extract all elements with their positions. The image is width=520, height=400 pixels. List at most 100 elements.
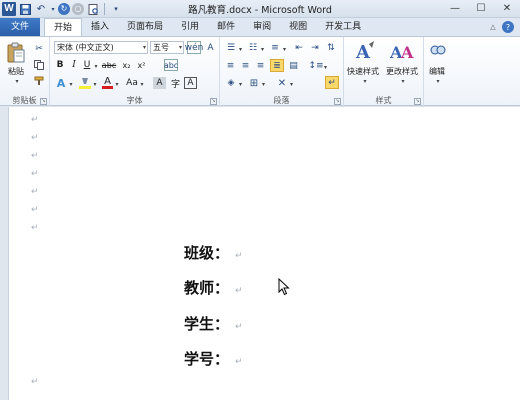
cut-icon[interactable]: ✂ — [33, 43, 45, 55]
subscript-icon[interactable]: x₂ — [120, 59, 133, 71]
text-effects-dropdown-icon[interactable]: ▾ — [68, 79, 74, 89]
tab-page-layout[interactable]: 页面布局 — [118, 18, 172, 36]
chinese-layout-icon[interactable]: ✕ — [275, 77, 289, 89]
paragraph-mark: ↵ — [31, 133, 39, 143]
bold-icon[interactable]: B — [54, 59, 66, 71]
numbering-icon[interactable]: ☷ — [246, 42, 260, 54]
window-controls: — ☐ ✕ — [442, 0, 520, 17]
document-page[interactable]: ↵ ↵ ↵ ↵ ↵ ↵ ↵ 班级： ↵ 教师： ↵ 学生： ↵ 学号： ↵ ↵ — [8, 107, 520, 400]
change-styles-dropdown-icon[interactable]: ▾ — [399, 77, 407, 85]
underline-icon[interactable]: U — [81, 59, 93, 71]
line-spacing-dropdown-icon[interactable]: ▾ — [323, 62, 328, 72]
borders-icon[interactable]: ⊞ — [247, 77, 261, 89]
word-app-icon[interactable]: W — [2, 2, 16, 16]
print-preview-icon[interactable] — [86, 2, 100, 16]
highlight-dropdown-icon[interactable]: ▾ — [92, 79, 98, 89]
quick-styles-icon[interactable]: A — [354, 40, 376, 62]
font-name-combo[interactable]: 宋体 (中文正文) ▾ — [54, 41, 148, 54]
font-group-label: 字体 — [126, 96, 143, 105]
font-name-dropdown-icon[interactable]: ▾ — [143, 42, 146, 53]
change-styles-icon[interactable]: AA — [390, 40, 414, 62]
change-case-dropdown-icon[interactable]: ▾ — [139, 79, 145, 89]
character-border-icon[interactable]: A — [184, 77, 197, 89]
align-right-icon[interactable]: ≡ — [254, 60, 267, 72]
highlight-color-icon[interactable] — [78, 77, 92, 89]
quick-styles-dropdown-icon[interactable]: ▾ — [361, 77, 369, 85]
tab-file[interactable]: 文件 — [0, 18, 40, 36]
tab-developer[interactable]: 开发工具 — [316, 18, 370, 36]
shading-icon[interactable]: ◈ — [224, 77, 238, 89]
multilevel-list-icon[interactable]: ≡ — [268, 42, 282, 54]
undo-dropdown-icon[interactable]: ▾ — [50, 2, 56, 16]
borders-dropdown-icon[interactable]: ▾ — [261, 79, 266, 89]
clear-formatting-icon[interactable]: A — [204, 41, 217, 54]
maximize-button[interactable]: ☐ — [468, 0, 494, 17]
grow-font-icon[interactable]: Aa — [125, 77, 139, 89]
align-left-icon[interactable]: ≡ — [224, 60, 237, 72]
quick-styles-label[interactable]: 快速样式 — [347, 66, 379, 77]
sort-icon[interactable]: ⇅ — [324, 42, 338, 54]
show-hide-marks-icon[interactable]: ↵ — [325, 76, 339, 89]
superscript-icon[interactable]: x² — [135, 59, 148, 71]
pinyin-guide-icon[interactable]: abc — [164, 59, 178, 71]
enclose-characters-icon[interactable]: 字 — [169, 77, 182, 90]
font-launcher-icon[interactable]: ↘ — [210, 98, 217, 105]
paste-label[interactable]: 粘贴 — [8, 66, 24, 77]
paragraph-launcher-icon[interactable]: ↘ — [334, 98, 341, 105]
ribbon: 粘贴 ▾ ✂ 剪贴板 ↘ 宋体 (中文正文) ▾ 五号 ▾ wén A B I … — [0, 36, 520, 107]
redo-icon[interactable]: ↻ — [58, 3, 70, 15]
paste-dropdown-icon[interactable]: ▾ — [13, 77, 21, 85]
save-icon[interactable] — [18, 2, 32, 16]
justify-icon[interactable]: ≣ — [270, 59, 284, 72]
tab-home[interactable]: 开始 — [44, 18, 83, 37]
tab-review[interactable]: 审阅 — [244, 18, 280, 36]
multilevel-dropdown-icon[interactable]: ▾ — [282, 44, 287, 54]
paragraph-mark: ↵ — [235, 286, 243, 296]
font-size-dropdown-icon[interactable]: ▾ — [179, 42, 182, 53]
customize-qat-icon[interactable]: ▾ — [109, 2, 123, 16]
editing-icon[interactable] — [430, 42, 446, 58]
bullets-dropdown-icon[interactable]: ▾ — [238, 44, 243, 54]
clipboard-group: 粘贴 ▾ ✂ 剪贴板 ↘ — [0, 37, 50, 107]
format-painter-icon[interactable] — [33, 75, 45, 87]
distributed-icon[interactable]: ▤ — [287, 60, 300, 72]
styles-launcher-icon[interactable]: ↘ — [414, 98, 421, 105]
close-button[interactable]: ✕ — [494, 0, 520, 17]
bullets-icon[interactable]: ☰ — [224, 42, 238, 54]
editing-label[interactable]: 编辑 — [429, 66, 445, 77]
underline-dropdown-icon[interactable]: ▾ — [93, 61, 99, 71]
title-bar: W ↶ ▾ ↻ ○ ▾ 路凡教育.docx - Microsoft Word —… — [0, 0, 520, 18]
increase-indent-icon[interactable]: ⇥ — [308, 42, 322, 54]
italic-icon[interactable]: I — [68, 59, 80, 71]
undo-icon[interactable]: ↶ — [34, 2, 48, 16]
minimize-button[interactable]: — — [442, 0, 468, 17]
paragraph-mark: ↵ — [31, 223, 39, 233]
align-center-icon[interactable]: ≡ — [239, 60, 252, 72]
tab-view[interactable]: 视图 — [280, 18, 316, 36]
numbering-dropdown-icon[interactable]: ▾ — [260, 44, 265, 54]
paste-icon[interactable] — [5, 41, 27, 65]
clipboard-launcher-icon[interactable]: ↘ — [40, 98, 47, 105]
student-field: 学生： ↵ — [184, 313, 243, 334]
chinese-layout-dropdown-icon[interactable]: ▾ — [289, 79, 294, 89]
ribbon-minimize-icon[interactable]: △ — [488, 22, 498, 32]
tab-references[interactable]: 引用 — [172, 18, 208, 36]
wen-icon[interactable]: wén — [185, 41, 203, 54]
editing-dropdown-icon[interactable]: ▾ — [434, 77, 442, 85]
font-size-combo[interactable]: 五号 ▾ — [150, 41, 184, 54]
font-color-dropdown-icon[interactable]: ▾ — [114, 79, 120, 89]
shading-dropdown-icon[interactable]: ▾ — [238, 79, 243, 89]
copy-icon[interactable] — [33, 59, 45, 71]
strikethrough-icon[interactable]: abc — [101, 59, 117, 71]
open-icon[interactable]: ○ — [72, 3, 84, 15]
paragraph-mark: ↵ — [31, 115, 39, 125]
tab-insert[interactable]: 插入 — [82, 18, 118, 36]
tab-mailings[interactable]: 邮件 — [208, 18, 244, 36]
decrease-indent-icon[interactable]: ⇤ — [292, 42, 306, 54]
text-effects-icon[interactable]: A — [54, 77, 68, 90]
line-spacing-icon[interactable]: ↕≡ — [308, 60, 323, 72]
change-styles-label[interactable]: 更改样式 — [386, 66, 418, 77]
font-color-icon[interactable]: A — [101, 77, 114, 89]
character-shading-icon[interactable]: A — [153, 77, 166, 89]
help-icon[interactable]: ? — [502, 21, 514, 33]
